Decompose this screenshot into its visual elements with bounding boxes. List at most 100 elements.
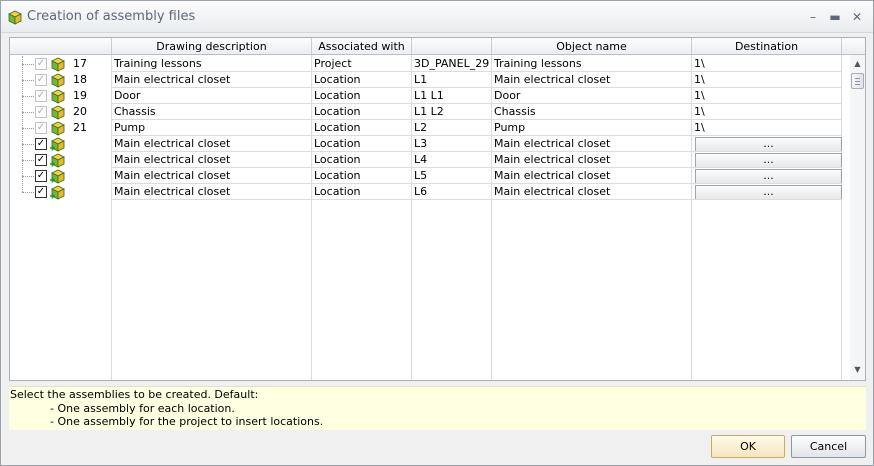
browse-destination-button[interactable]: ... xyxy=(695,137,842,152)
cell-object-name: Chassis xyxy=(494,105,536,118)
table-row[interactable]: ✓ 18 Main electrical closet Location L1 … xyxy=(10,72,842,88)
row-number: 20 xyxy=(73,105,87,118)
grip-line xyxy=(855,78,860,79)
window-title: Creation of assembly files xyxy=(27,9,196,24)
scroll-down-icon[interactable]: ▼ xyxy=(850,363,865,377)
cell-destination[interactable]: 1\ xyxy=(694,120,840,136)
row-checkbox[interactable]: ✓ xyxy=(35,106,47,118)
vertical-scrollbar[interactable]: ▲ ▼ xyxy=(850,55,865,380)
header-drawing-description[interactable]: Drawing description xyxy=(112,38,312,55)
title-bar: Creation of assembly files – ▬ ✕ xyxy=(1,1,873,33)
cell-destination[interactable]: 1\ xyxy=(694,88,840,104)
browse-destination-button[interactable]: ... xyxy=(695,185,842,200)
table-row[interactable]: ✓ Main electrical closet Location L3 Mai… xyxy=(10,136,842,152)
tree-connector xyxy=(22,96,34,97)
cell-associated: Location xyxy=(314,137,361,150)
cell-description: Main electrical closet xyxy=(114,153,231,166)
cell-reference: L1 xyxy=(414,73,428,86)
scroll-up-icon[interactable]: ▲ xyxy=(850,57,865,71)
header-tree xyxy=(10,38,112,55)
header-associated-with[interactable]: Associated with xyxy=(312,38,412,55)
cell-reference: L3 xyxy=(414,137,428,150)
cell-description: Main electrical closet xyxy=(114,73,231,86)
row-checkbox[interactable]: ✓ xyxy=(35,138,47,150)
cell-associated: Location xyxy=(314,89,361,102)
row-checkbox[interactable]: ✓ xyxy=(35,90,47,102)
assembly-grid: Drawing description Associated with Obje… xyxy=(9,37,866,381)
row-number: 17 xyxy=(73,57,87,70)
cell-reference: L1 L2 xyxy=(414,105,444,118)
row-divider xyxy=(112,199,842,200)
cell-description: Main electrical closet xyxy=(114,169,231,182)
assembly-dialog: Creation of assembly files – ▬ ✕ Drawing… xyxy=(0,0,874,466)
ok-button[interactable]: OK xyxy=(711,435,785,458)
cell-destination[interactable]: 1\ xyxy=(694,56,840,72)
scroll-thumb[interactable] xyxy=(851,73,864,89)
row-number: 18 xyxy=(73,73,87,86)
header-filler xyxy=(842,38,865,55)
info-panel: Select the assemblies to be created. Def… xyxy=(9,386,866,430)
maximize-icon[interactable]: ▬ xyxy=(827,9,843,25)
cell-associated: Project xyxy=(314,57,352,70)
tree-connector xyxy=(22,112,34,113)
new-assembly-icon xyxy=(50,137,65,152)
row-checkbox[interactable]: ✓ xyxy=(35,186,47,198)
header-object-name[interactable]: Object name xyxy=(492,38,692,55)
row-checkbox[interactable]: ✓ xyxy=(35,74,47,86)
table-row[interactable]: ✓ 21 Pump Location L2 Pump 1\ xyxy=(10,120,842,136)
cell-object-name: Main electrical closet xyxy=(494,73,611,86)
table-row[interactable]: ✓ Main electrical closet Location L6 Mai… xyxy=(10,184,842,200)
cell-associated: Location xyxy=(314,121,361,134)
table-row[interactable]: ✓ 17 Training lessons Project 3D_PANEL_2… xyxy=(10,56,842,72)
table-row[interactable]: ✓ Main electrical closet Location L5 Mai… xyxy=(10,168,842,184)
cell-destination[interactable]: 1\ xyxy=(694,72,840,88)
row-number: 21 xyxy=(73,121,87,134)
tree-connector xyxy=(22,144,34,145)
cell-object-name: Main electrical closet xyxy=(494,137,611,150)
table-row[interactable]: ✓ 20 Chassis Location L1 L2 Chassis 1\ xyxy=(10,104,842,120)
assembly-icon xyxy=(51,73,65,88)
info-line-1: Select the assemblies to be created. Def… xyxy=(10,388,259,401)
new-assembly-icon xyxy=(50,169,65,184)
cell-description: Main electrical closet xyxy=(114,185,231,198)
info-line-2: - One assembly for each location. xyxy=(50,402,235,415)
cell-associated: Location xyxy=(314,153,361,166)
cell-destination[interactable]: 1\ xyxy=(694,104,840,120)
table-row[interactable]: ✓ 19 Door Location L1 L1 Door 1\ xyxy=(10,88,842,104)
new-assembly-icon xyxy=(50,185,65,200)
info-line-3: - One assembly for the project to insert… xyxy=(50,415,324,428)
cell-object-name: Main electrical closet xyxy=(494,185,611,198)
cell-reference: L2 xyxy=(414,121,428,134)
tree-connector xyxy=(22,80,34,81)
cancel-button[interactable]: Cancel xyxy=(791,435,866,458)
grip-line xyxy=(855,81,860,82)
cell-reference: 3D_PANEL_296 xyxy=(414,57,490,70)
assembly-icon xyxy=(51,57,65,72)
cell-reference: L6 xyxy=(414,185,428,198)
cell-associated: Location xyxy=(314,169,361,182)
header-destination[interactable]: Destination xyxy=(692,38,842,55)
cell-object-name: Door xyxy=(494,89,521,102)
row-checkbox[interactable]: ✓ xyxy=(35,170,47,182)
cell-description: Training lessons xyxy=(114,57,202,70)
cell-object-name: Main electrical closet xyxy=(494,169,611,182)
tree-trunk xyxy=(22,56,23,192)
browse-destination-button[interactable]: ... xyxy=(695,153,842,168)
row-checkbox[interactable]: ✓ xyxy=(35,58,47,70)
tree-connector xyxy=(22,192,34,193)
cell-object-name: Main electrical closet xyxy=(494,153,611,166)
cell-object-name: Training lessons xyxy=(494,57,582,70)
close-icon[interactable]: ✕ xyxy=(849,9,865,25)
minimize-icon[interactable]: – xyxy=(805,9,821,25)
table-row[interactable]: ✓ Main electrical closet Location L4 Mai… xyxy=(10,152,842,168)
header-reference[interactable] xyxy=(412,38,492,55)
row-checkbox[interactable]: ✓ xyxy=(35,154,47,166)
cell-reference: L4 xyxy=(414,153,428,166)
cell-description: Main electrical closet xyxy=(114,137,231,150)
cell-associated: Location xyxy=(314,73,361,86)
assembly-icon xyxy=(8,10,22,25)
new-assembly-icon xyxy=(50,153,65,168)
grip-line xyxy=(855,84,860,85)
row-checkbox[interactable]: ✓ xyxy=(35,122,47,134)
browse-destination-button[interactable]: ... xyxy=(695,169,842,184)
